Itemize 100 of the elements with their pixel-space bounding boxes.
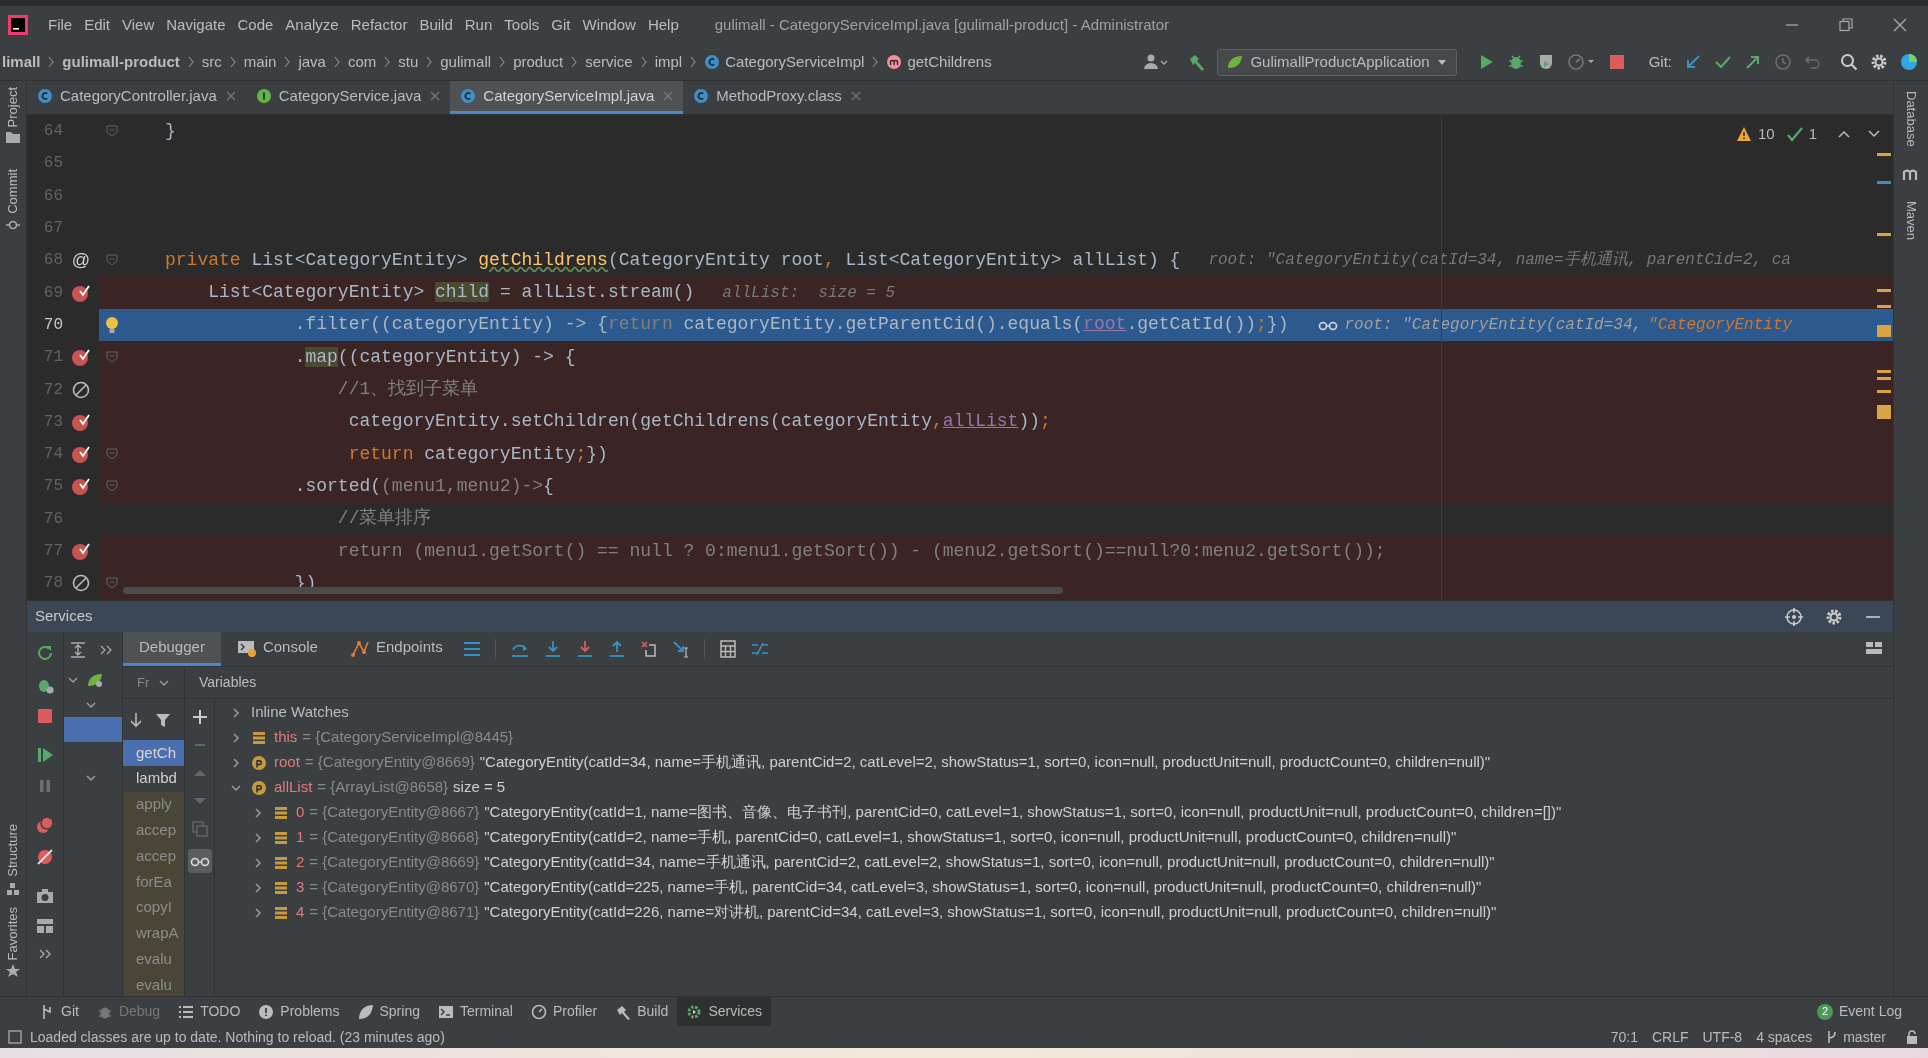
stack-frame[interactable]: wrapA [123, 920, 184, 947]
tool-window-tab[interactable]: Structure [3, 823, 23, 877]
stack-frame[interactable]: getCh [123, 740, 184, 766]
breadcrumb-item[interactable]: service [585, 50, 633, 74]
tool-window-tab[interactable]: Project [3, 87, 23, 128]
push-icon[interactable] [1744, 53, 1762, 71]
tool-window-tab[interactable]: Maven [1901, 200, 1921, 240]
layout-settings-icon[interactable] [1865, 641, 1883, 657]
close-icon[interactable] [1892, 17, 1908, 33]
close-icon[interactable] [850, 91, 861, 101]
breadcrumb-item[interactable]: impl [654, 50, 683, 74]
tool-window-button[interactable]: Build [606, 997, 678, 1026]
menu-item[interactable]: Git [545, 13, 577, 37]
stack-frame[interactable]: evalu [123, 972, 184, 996]
step-into-icon[interactable] [543, 640, 562, 658]
breadcrumb-item[interactable]: com [347, 50, 377, 74]
filter-icon[interactable] [155, 711, 171, 728]
debugger-tab[interactable]: Console [220, 632, 334, 666]
menu-item[interactable]: Build [413, 13, 459, 37]
rerun-icon[interactable] [36, 644, 54, 662]
menu-item[interactable]: Help [641, 13, 685, 37]
breadcrumb-item[interactable]: CategoryServiceImpl [725, 50, 865, 74]
menu-item[interactable]: Window [576, 13, 642, 37]
close-icon[interactable] [225, 91, 236, 101]
breadcrumb-item[interactable]: main [243, 50, 277, 74]
trace-icon[interactable] [750, 641, 769, 657]
fold-marker-icon[interactable] [106, 480, 118, 493]
mute-breakpoints-icon[interactable] [36, 848, 54, 866]
breakpoint-icon[interactable] [71, 541, 91, 561]
search-icon[interactable] [1840, 53, 1858, 71]
stop-icon[interactable] [1608, 54, 1625, 70]
breadcrumb-item[interactable]: stu [398, 50, 419, 74]
tool-window-button[interactable]: Profiler [521, 997, 607, 1026]
lightbulb-icon[interactable] [105, 315, 119, 334]
stop-icon[interactable] [37, 708, 53, 724]
breadcrumb-item[interactable]: java [298, 50, 326, 74]
line-separator[interactable]: CRLF [1651, 1026, 1689, 1048]
fold-marker-icon[interactable] [106, 577, 118, 590]
debugger-tab[interactable]: Debugger [123, 632, 221, 666]
stack-frame[interactable]: accep [123, 817, 184, 844]
tool-window-button[interactable]: Spring [348, 997, 429, 1026]
menu-item[interactable]: Navigate [160, 13, 232, 37]
inline-watches-toggle[interactable] [187, 849, 212, 873]
breakpoint-icon[interactable] [71, 347, 91, 368]
breadcrumb-item[interactable]: gulimall-product [62, 50, 180, 74]
more-icon[interactable] [38, 948, 52, 960]
editor-tab[interactable]: MethodProxy.class [683, 81, 871, 114]
breadcrumb-item[interactable]: gulimall [440, 50, 492, 74]
event-log-button[interactable]: 2 Event Log [1816, 997, 1902, 1026]
update-project-icon[interactable] [1684, 53, 1702, 71]
menu-item[interactable]: Edit [78, 13, 117, 37]
rollback-icon[interactable] [1804, 53, 1822, 71]
editor-tab[interactable]: CategoryService.java [245, 81, 451, 114]
pause-icon[interactable] [37, 778, 53, 794]
user-icon[interactable] [1143, 53, 1170, 71]
git-branch[interactable]: master [1843, 1026, 1886, 1048]
frames-dropdown[interactable]: Fr [123, 667, 184, 699]
resume-icon[interactable] [36, 746, 54, 764]
expand-all-icon[interactable] [70, 641, 86, 658]
fold-marker-icon[interactable] [106, 351, 118, 364]
more-icon[interactable] [100, 643, 112, 656]
threads-icon[interactable] [462, 641, 481, 657]
breadcrumb-item[interactable]: src [201, 50, 222, 74]
menu-item[interactable]: File [42, 13, 79, 37]
menu-item[interactable]: Analyze [279, 13, 345, 37]
tool-window-tab[interactable]: Database [1901, 91, 1921, 147]
stack-frame[interactable]: copyI [123, 894, 184, 921]
restore-icon[interactable] [1838, 17, 1854, 33]
fold-marker-icon[interactable] [106, 125, 118, 138]
drop-frame-icon[interactable] [639, 640, 658, 658]
crosshair-icon[interactable] [1785, 607, 1803, 626]
breakpoint-icon[interactable] [71, 476, 91, 497]
step-out-icon[interactable] [607, 640, 626, 658]
tool-window-button[interactable]: Problems [249, 997, 349, 1026]
tool-window-button[interactable]: Terminal [428, 997, 522, 1026]
settings-icon[interactable] [1825, 607, 1843, 626]
evaluate-icon[interactable] [718, 640, 737, 658]
tool-window-button[interactable]: Git [30, 997, 88, 1026]
stack-frame[interactable]: evalu [123, 946, 184, 973]
menu-item[interactable]: Refactor [344, 13, 414, 37]
fold-marker-icon[interactable] [106, 254, 118, 267]
debug-icon[interactable] [1506, 53, 1525, 71]
view-breakpoints-icon[interactable] [36, 816, 54, 834]
tool-window-button[interactable]: TODO [169, 997, 250, 1026]
gutter-marker[interactable]: @ [71, 246, 91, 274]
history-icon[interactable] [1774, 53, 1792, 71]
file-encoding[interactable]: UTF-8 [1702, 1026, 1743, 1048]
fold-marker-icon[interactable] [106, 448, 118, 461]
stack-frame[interactable]: forEa [123, 869, 184, 895]
muted-breakpoint-icon[interactable] [72, 380, 90, 399]
muted-breakpoint-icon[interactable] [72, 574, 90, 593]
stack-frame[interactable]: lambd [123, 765, 184, 792]
caret-position[interactable]: 70:1 [1610, 1026, 1638, 1048]
warning-count[interactable]: 10 [1757, 123, 1775, 146]
scrollbar-thumb[interactable] [123, 587, 1063, 594]
panel-toggle-icon[interactable] [8, 1030, 22, 1044]
breadcrumb-item[interactable]: getChildrens [907, 50, 992, 74]
tool-window-tab[interactable]: Favorites [3, 906, 23, 960]
arrow-down-icon[interactable] [129, 711, 143, 728]
editor-tab[interactable]: CategoryServiceImpl.java [450, 81, 684, 114]
